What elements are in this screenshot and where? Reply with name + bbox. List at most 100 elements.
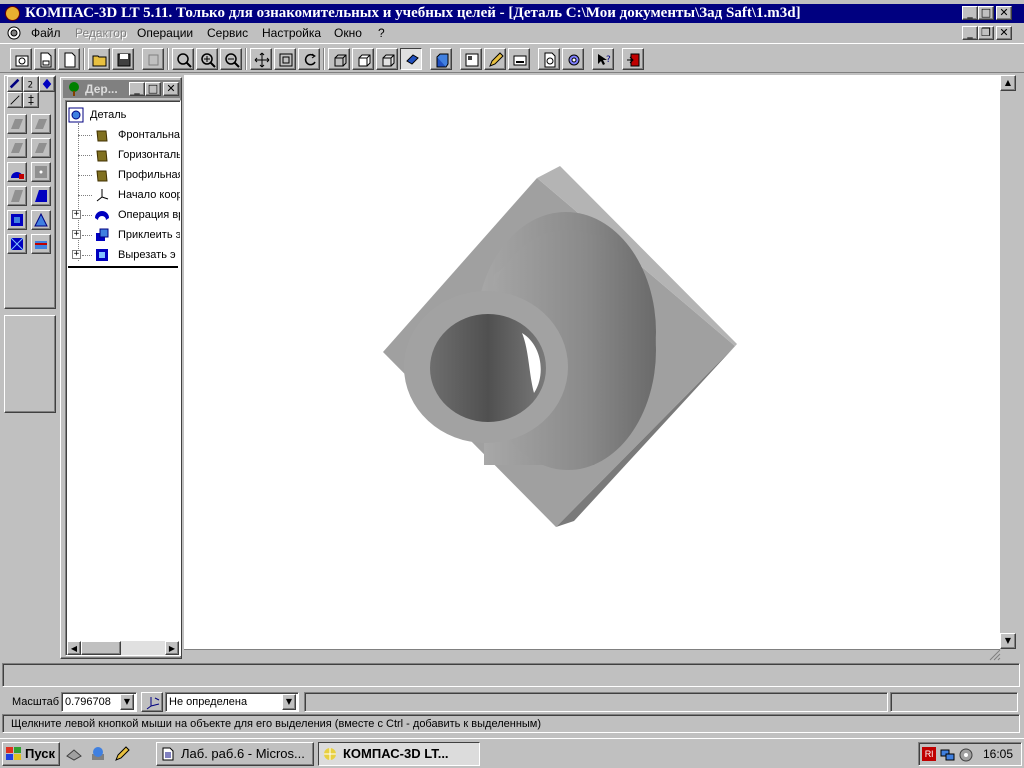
tree-close-button[interactable]: ✕ — [163, 82, 179, 96]
tree-item-frontal[interactable]: Фронтальна — [66, 125, 180, 145]
hidden-lines-button[interactable] — [352, 48, 374, 70]
tree-hscroll-thumb[interactable] — [81, 641, 121, 655]
part-3d-model[interactable] — [184, 75, 1000, 649]
exit-button[interactable] — [622, 48, 644, 70]
resize-grip[interactable] — [986, 649, 1002, 661]
open-button[interactable] — [88, 48, 110, 70]
edit-button[interactable] — [484, 48, 506, 70]
doc-close-button[interactable]: ✕ — [996, 26, 1012, 40]
tree-item-cut-op[interactable]: + Вырезать э — [66, 245, 180, 265]
expand-toggle[interactable]: + — [72, 210, 81, 219]
tree-maximize-button[interactable]: □ — [145, 82, 161, 96]
document-3d-icon[interactable] — [6, 25, 22, 41]
op-fillet-button[interactable] — [31, 210, 51, 230]
shaded-button[interactable] — [400, 48, 422, 70]
op-mirror-button[interactable] — [31, 234, 51, 254]
op-rib-button[interactable] — [31, 186, 51, 206]
op-extrude-button[interactable] — [7, 114, 27, 134]
scale-field[interactable]: 0.796708 ▼ — [61, 692, 137, 712]
task-kompas[interactable]: КОМПАС-3D LT... — [318, 742, 480, 766]
quicklaunch-pencil-icon[interactable] — [114, 746, 130, 762]
expand-toggle[interactable]: + — [72, 230, 81, 239]
quicklaunch-desktop-icon[interactable] — [66, 746, 82, 762]
volume-tray-icon[interactable] — [958, 747, 974, 763]
palette-tab-dim[interactable] — [23, 92, 39, 108]
doc-minimize-button[interactable]: _ — [962, 26, 978, 40]
scroll-right-button[interactable]: ▶ — [165, 641, 179, 655]
orientation-select[interactable]: Не определена ▼ — [165, 692, 299, 712]
op-loft-button[interactable] — [31, 138, 51, 158]
wireframe-button[interactable] — [328, 48, 350, 70]
new-document-button[interactable] — [58, 48, 80, 70]
palette-tab-sketch[interactable]: 2 — [23, 76, 39, 92]
save-button[interactable] — [112, 48, 134, 70]
close-button[interactable]: ✕ — [996, 6, 1012, 20]
start-button[interactable]: Пуск — [2, 742, 60, 766]
quicklaunch-browser-icon[interactable] — [90, 746, 106, 762]
menu-settings[interactable]: Настройка — [262, 26, 321, 40]
orientation-dropdown-button[interactable]: ▼ — [282, 694, 296, 710]
op-extrude2-button[interactable] — [31, 114, 51, 134]
new-sheet-button[interactable] — [34, 48, 56, 70]
task-word-document[interactable]: Лаб. раб.6 - Micros... — [156, 742, 314, 766]
expand-toggle[interactable]: + — [72, 250, 81, 259]
svg-text:?: ? — [606, 55, 611, 65]
menu-operations[interactable]: Операции — [137, 26, 193, 40]
language-indicator[interactable]: Rl — [922, 747, 936, 761]
menu-file[interactable]: Файл — [31, 26, 61, 40]
window-view-icon — [513, 55, 527, 66]
orientation-button[interactable] — [141, 692, 163, 712]
tree-item-horizontal[interactable]: Горизонталь — [66, 145, 180, 165]
tree-item-origin[interactable]: Начало коор — [66, 185, 180, 205]
op-array-button[interactable] — [7, 234, 27, 254]
viewport-vscrollbar[interactable]: ▲ ▼ — [1000, 75, 1016, 649]
palette-tab-solid[interactable] — [39, 76, 55, 92]
preview-button[interactable] — [538, 48, 560, 70]
op-cut-button[interactable] — [7, 210, 27, 230]
view-orient-button[interactable] — [508, 48, 530, 70]
zoom-button[interactable] — [172, 48, 194, 70]
scroll-left-button[interactable]: ◀ — [67, 641, 81, 655]
scroll-up-button[interactable]: ▲ — [1000, 75, 1016, 91]
window-titlebar[interactable]: КОМПАС-3D LT 5.11. Только для ознакомите… — [0, 4, 1024, 23]
properties-button[interactable] — [460, 48, 482, 70]
context-help-button[interactable]: ? — [592, 48, 614, 70]
doc-restore-button[interactable]: ❐ — [978, 26, 994, 40]
viewport-hscrollbar[interactable] — [184, 649, 1000, 661]
tree-item-glue-op[interactable]: + Приклеить э — [66, 225, 180, 245]
scale-dropdown-button[interactable]: ▼ — [120, 694, 134, 710]
network-tray-icon[interactable] — [940, 747, 956, 763]
op-shell-button[interactable] — [7, 186, 27, 206]
fit-all-button[interactable] — [274, 48, 296, 70]
rotate-button[interactable] — [298, 48, 320, 70]
tree-titlebar[interactable]: Дер... _ □ ✕ — [63, 80, 181, 98]
tree-item-rotate-op[interactable]: + Операция вр — [66, 205, 180, 225]
op-sweep-button[interactable] — [7, 162, 27, 182]
new-3d-button[interactable] — [10, 48, 32, 70]
zoom-in-button[interactable] — [196, 48, 218, 70]
op-revolve-button[interactable] — [7, 138, 27, 158]
palette-tab-edit[interactable] — [7, 76, 23, 92]
menu-help[interactable]: ? — [378, 26, 385, 40]
tree-title: Дер... — [85, 82, 118, 96]
op-dot-button[interactable] — [31, 162, 51, 182]
maximize-button[interactable]: □ — [978, 6, 994, 20]
tree-hscrollbar[interactable]: ◀ ▶ — [67, 641, 179, 655]
zoom-out-button[interactable] — [220, 48, 242, 70]
tree-root-row[interactable]: Деталь — [66, 105, 180, 125]
menu-window[interactable]: Окно — [334, 26, 362, 40]
kompas-app-icon[interactable] — [5, 6, 20, 21]
cut-disabled-button[interactable] — [142, 48, 164, 70]
perspective-button[interactable] — [430, 48, 452, 70]
minimize-button[interactable]: _ — [962, 6, 978, 20]
menu-service[interactable]: Сервис — [207, 26, 248, 40]
palette-tab-line[interactable] — [7, 92, 23, 108]
scroll-down-button[interactable]: ▼ — [1000, 633, 1016, 649]
tree-minimize-button[interactable]: _ — [129, 82, 145, 96]
tree-item-profile[interactable]: Профильная — [66, 165, 180, 185]
menu-editor[interactable]: Редактор — [75, 26, 127, 40]
hidden-thin-button[interactable] — [376, 48, 398, 70]
model-viewport[interactable] — [184, 75, 1000, 649]
mass-props-button[interactable] — [562, 48, 584, 70]
pan-button[interactable] — [250, 48, 272, 70]
